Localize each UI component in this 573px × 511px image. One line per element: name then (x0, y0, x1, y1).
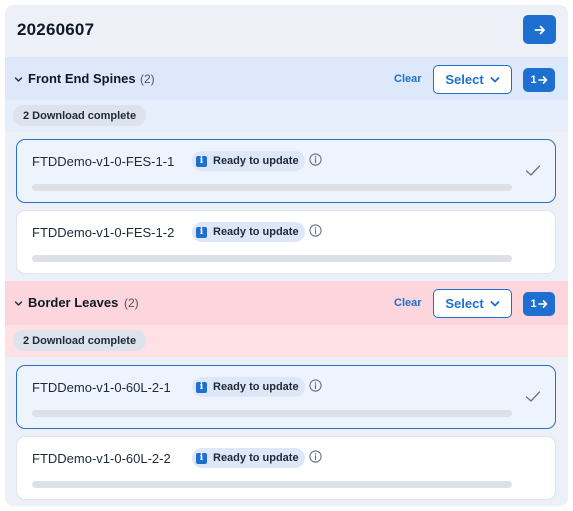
clear-button[interactable]: Clear (394, 73, 422, 85)
download-progress-bar (32, 255, 512, 262)
info-circle-icon[interactable] (309, 450, 322, 463)
next-step-button[interactable]: 1 (523, 292, 555, 316)
ready-to-update-badge: i Ready to update (192, 448, 305, 468)
download-status-badge: 2 Download complete (13, 105, 147, 126)
clear-button[interactable]: Clear (394, 297, 422, 309)
select-label: Select (445, 296, 484, 311)
info-circle-icon[interactable] (309, 379, 322, 392)
device-card[interactable]: FTDDemo-v1-0-60L-2-2 i Ready to update (16, 436, 556, 500)
update-panel: 20260607 Front End Spines (2) Clear Sele… (5, 5, 568, 506)
device-card[interactable]: FTDDemo-v1-0-60L-2-1 i Ready to update (16, 365, 556, 429)
select-dropdown[interactable]: Select (433, 65, 512, 94)
ready-to-update-badge: i Ready to update (192, 222, 305, 242)
next-step-label: 1 (530, 298, 537, 310)
group-header-border-leaves[interactable]: Border Leaves (2) Clear Select 1 (5, 281, 568, 326)
panel-header: 20260607 (5, 5, 568, 57)
arrow-right-icon (537, 300, 547, 308)
next-step-label: 1 (530, 74, 537, 86)
group-header-front-end-spines[interactable]: Front End Spines (2) Clear Select 1 (5, 57, 568, 102)
ready-to-update-badge: i Ready to update (192, 377, 305, 397)
next-step-button[interactable]: 1 (523, 68, 555, 92)
check-icon (525, 165, 541, 176)
device-card[interactable]: FTDDemo-v1-0-FES-1-1 i Ready to update (16, 139, 556, 203)
device-name: FTDDemo-v1-0-FES-1-1 (32, 154, 175, 169)
group-count: (2) (124, 296, 139, 310)
info-circle-icon[interactable] (309, 224, 322, 237)
chevron-down-icon (490, 300, 500, 306)
group-status-strip: 2 Download complete (5, 325, 568, 357)
chevron-down-icon[interactable] (14, 75, 23, 84)
device-name: FTDDemo-v1-0-60L-2-1 (32, 380, 171, 395)
info-icon: i (196, 381, 207, 393)
download-status-badge: 2 Download complete (13, 330, 147, 351)
info-icon: i (196, 226, 207, 238)
group-count: (2) (140, 72, 155, 86)
device-name: FTDDemo-v1-0-60L-2-2 (32, 451, 171, 466)
info-icon: i (196, 155, 207, 167)
info-circle-icon[interactable] (309, 153, 322, 166)
chevron-down-icon[interactable] (14, 299, 23, 308)
info-icon: i (196, 452, 207, 464)
select-dropdown[interactable]: Select (433, 289, 512, 318)
badge-label: Ready to update (213, 226, 299, 238)
select-label: Select (445, 72, 484, 87)
download-progress-bar (32, 481, 512, 488)
arrow-right-icon (534, 25, 545, 34)
arrow-right-icon (537, 76, 547, 84)
check-icon (525, 391, 541, 402)
badge-label: Ready to update (213, 155, 299, 167)
download-progress-bar (32, 410, 512, 417)
group-status-strip: 2 Download complete (5, 100, 568, 132)
group-name: Border Leaves (28, 295, 119, 310)
badge-label: Ready to update (213, 452, 299, 464)
page-title: 20260607 (17, 20, 95, 39)
badge-label: Ready to update (213, 381, 299, 393)
device-name: FTDDemo-v1-0-FES-1-2 (32, 225, 175, 240)
proceed-button[interactable] (523, 15, 556, 44)
chevron-down-icon (490, 76, 500, 82)
ready-to-update-badge: i Ready to update (192, 151, 305, 171)
device-card[interactable]: FTDDemo-v1-0-FES-1-2 i Ready to update (16, 210, 556, 274)
download-progress-bar (32, 184, 512, 191)
group-name: Front End Spines (28, 71, 136, 86)
